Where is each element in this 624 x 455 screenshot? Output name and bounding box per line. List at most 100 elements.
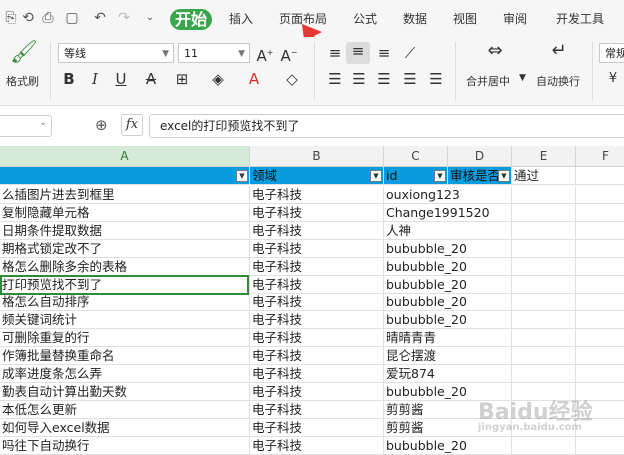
clear-format-icon[interactable]: ◇ bbox=[282, 70, 302, 88]
cell-e[interactable] bbox=[512, 239, 576, 258]
format-painter-icon[interactable]: 🖌 bbox=[10, 42, 38, 64]
formula-input[interactable]: excel的打印预览找不到了 bbox=[149, 114, 624, 138]
undo-icon[interactable]: ↶ bbox=[92, 10, 108, 26]
cell-f[interactable] bbox=[576, 311, 624, 330]
cell-e[interactable] bbox=[512, 221, 576, 240]
cell-e[interactable] bbox=[512, 186, 576, 204]
tab-home[interactable]: 开始 bbox=[170, 9, 212, 30]
font-name-select[interactable]: 等线 ▼ bbox=[58, 43, 174, 63]
cell-a[interactable]: 复制隐藏单元格 bbox=[0, 203, 250, 222]
cell-a[interactable]: 频关键词统计 bbox=[0, 311, 250, 330]
tab-view[interactable]: 视图 bbox=[453, 10, 477, 28]
name-box[interactable]: ⌄ bbox=[0, 115, 52, 137]
tab-insert[interactable]: 插入 bbox=[229, 10, 253, 28]
merge-center-icon[interactable]: ⇔ bbox=[482, 42, 508, 60]
cell-a[interactable]: 成率进度条怎么弄 bbox=[0, 365, 250, 383]
cell-d[interactable] bbox=[448, 365, 512, 383]
cell-f[interactable] bbox=[576, 258, 624, 276]
filter-icon[interactable]: ▼ bbox=[370, 170, 382, 182]
cell-b[interactable]: 电子科技 bbox=[250, 400, 384, 419]
tab-developer[interactable]: 开发工具 bbox=[556, 10, 604, 28]
filter-icon[interactable]: ▼ bbox=[236, 170, 248, 182]
cell-a[interactable]: 期格式锁定改不了 bbox=[0, 239, 250, 258]
column-header-e[interactable]: E bbox=[512, 146, 576, 166]
number-format-select[interactable]: 常规 bbox=[599, 43, 624, 63]
align-center-icon[interactable]: ☰ bbox=[349, 70, 369, 88]
cell-f[interactable] bbox=[576, 347, 624, 366]
cell-a[interactable]: 可删除重复的行 bbox=[0, 329, 250, 348]
bold-icon[interactable]: B bbox=[62, 70, 76, 88]
cell-e[interactable] bbox=[512, 257, 576, 276]
underline-icon[interactable]: U bbox=[114, 70, 128, 88]
cell-b[interactable]: 电子科技 bbox=[250, 293, 384, 312]
preview-icon[interactable]: ▢ bbox=[64, 10, 80, 26]
tab-data[interactable]: 数据 bbox=[403, 10, 427, 28]
cell-d[interactable] bbox=[448, 347, 512, 366]
cell-e[interactable] bbox=[512, 436, 576, 455]
column-header-b[interactable]: B bbox=[250, 146, 384, 166]
chevron-down-icon[interactable]: ▼ bbox=[519, 73, 526, 83]
cell-d[interactable] bbox=[448, 203, 512, 222]
currency-icon[interactable]: ¥ bbox=[604, 70, 622, 88]
cell-a[interactable]: 作簿批量替换重命名 bbox=[0, 347, 250, 366]
wrap-text-icon[interactable]: ↵ bbox=[546, 42, 572, 60]
column-header-a[interactable]: A bbox=[0, 146, 250, 166]
column-header-c[interactable]: C bbox=[384, 146, 448, 166]
cell-b[interactable]: 电子科技 bbox=[250, 382, 384, 401]
cell-d[interactable] bbox=[448, 257, 512, 276]
cell-a[interactable]: 日期条件提取数据 bbox=[0, 221, 250, 240]
cell-a[interactable]: 本低怎么更新 bbox=[0, 400, 250, 419]
cell-e[interactable] bbox=[512, 275, 576, 294]
cell-b[interactable]: 电子科技 bbox=[250, 203, 384, 222]
cell-a[interactable]: 打印预览找不到了 bbox=[0, 275, 250, 294]
cell-d[interactable] bbox=[448, 293, 512, 312]
cell-e[interactable] bbox=[512, 347, 576, 366]
cell-b[interactable]: 电子科技 bbox=[250, 347, 384, 366]
column-header-d[interactable]: D bbox=[448, 146, 512, 166]
header-cell-b[interactable]: 领域 ▼ bbox=[250, 167, 384, 185]
tab-formulas[interactable]: 公式 bbox=[353, 10, 377, 28]
filter-icon[interactable]: ▼ bbox=[434, 170, 446, 182]
italic-icon[interactable]: I bbox=[88, 70, 102, 88]
cell-b[interactable]: 电子科技 bbox=[250, 186, 384, 204]
cell-e[interactable] bbox=[512, 365, 576, 383]
strikethrough-icon[interactable]: A bbox=[144, 70, 158, 88]
cell-b[interactable]: 电子科技 bbox=[250, 418, 384, 437]
fill-color-icon[interactable]: ◈ bbox=[208, 70, 228, 88]
cell-b[interactable]: 电子科技 bbox=[250, 239, 384, 258]
align-top-icon[interactable]: ≡ bbox=[325, 44, 345, 62]
distributed-icon[interactable]: ☰ bbox=[426, 70, 446, 88]
cell-f[interactable] bbox=[576, 329, 624, 348]
cell-f[interactable] bbox=[576, 222, 624, 240]
cell-f[interactable] bbox=[576, 204, 624, 222]
cell-b[interactable]: 电子科技 bbox=[250, 365, 384, 383]
borders-icon[interactable]: ⊞ bbox=[172, 70, 192, 88]
cell-d[interactable] bbox=[448, 221, 512, 240]
header-cell-c[interactable]: id ▼ bbox=[384, 167, 448, 185]
column-header-f[interactable]: F bbox=[576, 146, 624, 166]
cell-a[interactable]: 格怎么删除多余的表格 bbox=[0, 257, 250, 276]
align-bottom-icon[interactable]: ≡ bbox=[374, 44, 394, 62]
font-color-icon[interactable]: A bbox=[244, 70, 264, 88]
header-cell-e[interactable]: 通过 bbox=[512, 167, 576, 185]
fx-button[interactable]: fx bbox=[121, 114, 143, 136]
cell-e[interactable] bbox=[512, 311, 576, 330]
cell-f[interactable] bbox=[576, 365, 624, 383]
cell-d[interactable] bbox=[448, 186, 512, 204]
cell-e[interactable] bbox=[512, 293, 576, 312]
decrease-font-icon[interactable]: A− bbox=[280, 44, 298, 65]
open-icon[interactable]: ⎘ bbox=[3, 10, 19, 26]
header-cell-d[interactable]: 审核是否 ▼ bbox=[448, 167, 512, 185]
cell-b[interactable]: 电子科技 bbox=[250, 329, 384, 348]
redo-icon[interactable]: ↷ bbox=[116, 10, 132, 26]
cell-a[interactable]: 么插图片进去到框里 bbox=[0, 186, 250, 204]
cell-d[interactable] bbox=[448, 436, 512, 455]
cell-a[interactable]: 格怎么自动排序 bbox=[0, 293, 250, 312]
align-middle-icon[interactable]: ≡ bbox=[346, 42, 370, 64]
cell-f[interactable] bbox=[576, 240, 624, 258]
cell-b[interactable]: 电子科技 bbox=[250, 436, 384, 455]
font-size-select[interactable]: 11 ▼ bbox=[178, 43, 250, 63]
zoom-icon[interactable]: ⊕ bbox=[95, 116, 108, 134]
merge-center-button[interactable]: 合并居中 bbox=[466, 73, 510, 89]
cell-a[interactable]: 如何导入excel数据 bbox=[0, 418, 250, 437]
